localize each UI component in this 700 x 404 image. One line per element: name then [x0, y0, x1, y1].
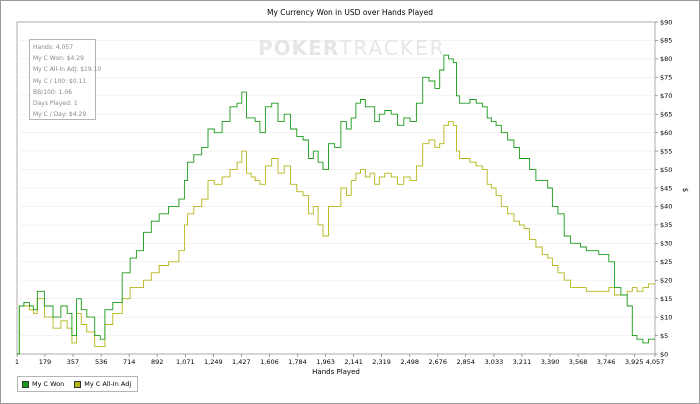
x-tick-label: 2,498: [400, 358, 419, 366]
stat-per-day: My C / Day: $4.29: [33, 111, 87, 119]
stats-box: Hands: 4,057 My C Won: $4.29 My C All-In…: [29, 39, 102, 120]
x-tick-label: 3,211: [513, 358, 532, 366]
y-axis: $0 $5 $10 $15 $20 $25 $30 $35 $40 $45 $50 $55 $60 $65…: [655, 18, 672, 358]
y-tick-label: $5: [660, 332, 668, 340]
x-tick-label: 3,033: [485, 358, 504, 366]
x-tick-label: 1,427: [232, 358, 251, 366]
y-axis-label: $: [681, 188, 689, 192]
legend-swatch-allin-adj: [74, 380, 82, 388]
y-tick-label: $35: [660, 221, 672, 229]
y-tick-label: $75: [660, 74, 672, 82]
chart-plot: 1 179 357 536 714 892 1,071 1,249 1,427 1,606 1,78…: [15, 18, 689, 376]
legend-swatch-won: [22, 380, 29, 388]
x-tick-label: 536: [95, 358, 107, 366]
stat-days-played: Days Played: 1: [33, 100, 78, 108]
x-tick-label: 357: [67, 358, 79, 366]
y-tick-label: $30: [660, 240, 672, 248]
y-tick-label: $85: [660, 37, 672, 45]
y-tick-label: $0: [660, 350, 668, 358]
watermark-bold: POKER: [258, 36, 340, 60]
x-tick-label: 3,925: [625, 358, 644, 366]
y-tick-label: $55: [660, 147, 672, 155]
y-tick-label: $40: [660, 203, 672, 211]
legend: My C Won My C All-In Adj: [17, 376, 139, 392]
x-tick-label: 1: [15, 358, 19, 366]
x-tick-label: 1,606: [260, 358, 279, 366]
x-tick-label: 3,390: [541, 358, 560, 366]
x-tick-label: 179: [39, 358, 51, 366]
y-tick-label: $25: [660, 258, 672, 266]
x-tick-label: 1,249: [204, 358, 223, 366]
x-tick-label: 2,676: [428, 358, 447, 366]
x-axis: 1 179 357 536 714 892 1,071 1,249 1,427 1,606 1,78…: [15, 354, 664, 366]
legend-item-won[interactable]: My C Won: [22, 380, 64, 388]
x-tick-label: 714: [123, 358, 135, 366]
y-tick-label: $70: [660, 92, 672, 100]
y-tick-label: $10: [660, 313, 672, 321]
x-tick-label: 2,319: [372, 358, 391, 366]
x-tick-label: 2,141: [344, 358, 363, 366]
x-tick-label: 2,854: [456, 358, 475, 366]
y-tick-label: $20: [660, 277, 672, 285]
legend-item-allin-adj[interactable]: My C All-In Adj: [74, 380, 131, 388]
y-tick-label: $90: [660, 18, 672, 26]
pokertracker-watermark: POKERTRACKER: [258, 36, 445, 60]
y-tick-label: $50: [660, 166, 672, 174]
stat-allin-adj: My C All-In Adj: $19.10: [33, 66, 102, 74]
y-tick-label: $15: [660, 295, 672, 303]
x-tick-label: 4,057: [646, 358, 665, 366]
x-tick-label: 1,963: [316, 358, 335, 366]
stat-won: My C Won: $4.29: [33, 55, 84, 63]
x-tick-label: 1,071: [176, 358, 195, 366]
x-tick-label: 3,568: [569, 358, 588, 366]
y-tick-label: $65: [660, 111, 672, 119]
y-tick-label: $80: [660, 55, 672, 63]
legend-label-won: My C Won: [32, 380, 65, 388]
stat-hands: Hands: 4,057: [33, 44, 74, 51]
x-tick-label: 1,784: [288, 358, 307, 366]
y-tick-label: $45: [660, 184, 672, 192]
x-tick-label: 3,746: [597, 358, 616, 366]
stat-per-100: My C / 100: $0.11: [33, 77, 87, 85]
watermark-thin: TRACKER: [339, 36, 446, 60]
stat-bb-100: BB/100: 1.06: [33, 88, 72, 96]
y-tick-label: $60: [660, 129, 672, 137]
legend-label-allin-adj: My C All-In Adj: [84, 380, 132, 388]
x-tick-label: 892: [151, 358, 163, 366]
x-axis-label: Hands Played: [312, 368, 360, 376]
